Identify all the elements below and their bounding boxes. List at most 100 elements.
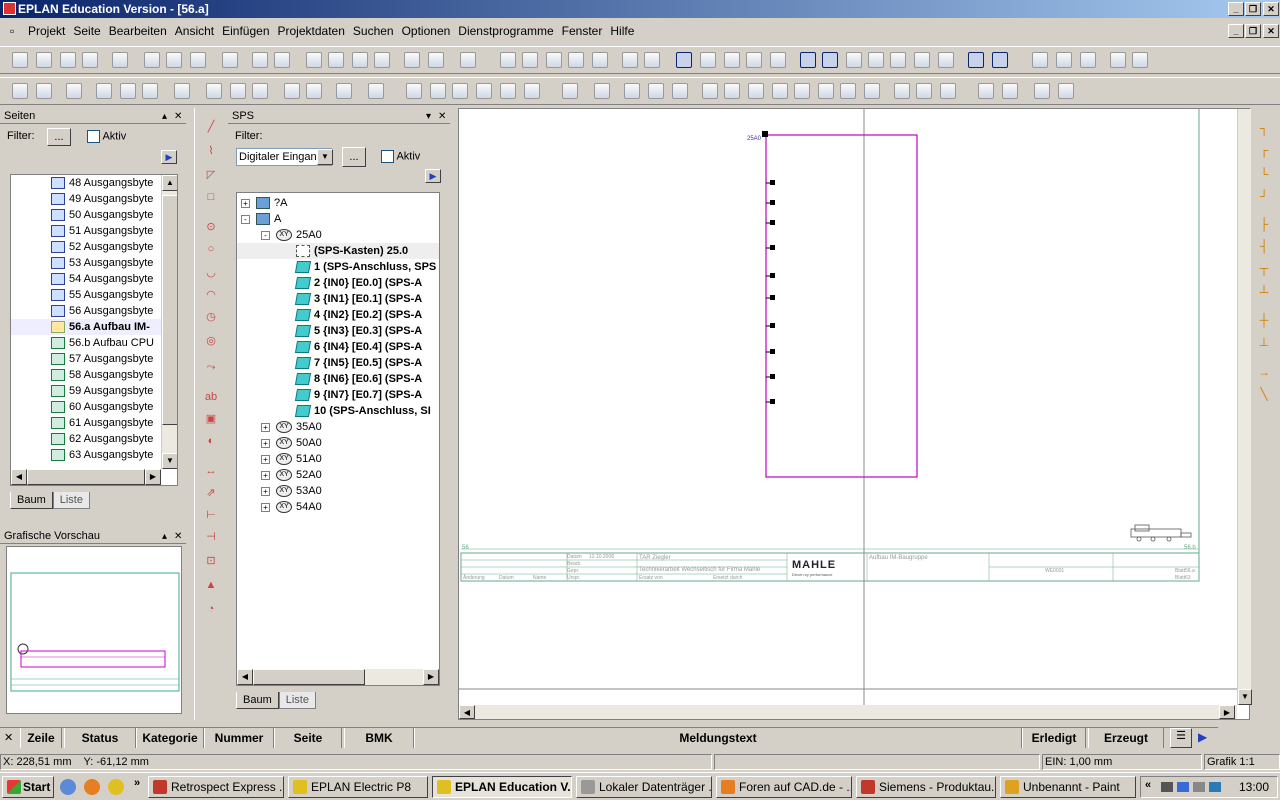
sps-tree-item[interactable]: + ?A (237, 195, 439, 211)
page-item[interactable]: 56.b Aufbau CPU (11, 335, 161, 351)
expand-icon[interactable]: + (261, 486, 270, 496)
toolbar-button-icon[interactable] (96, 83, 112, 99)
toolbar-button-icon[interactable] (1058, 83, 1074, 99)
panel-close-icon[interactable]: ✕ (174, 109, 182, 125)
minimize-button[interactable]: _ (1228, 2, 1244, 16)
toolbar-button-icon[interactable] (430, 83, 446, 99)
sps-tree-item[interactable]: 2 {IN0} [E0.0] (SPS-A (237, 275, 439, 291)
sps-tab-tree[interactable]: Baum (236, 692, 279, 709)
sps-tree[interactable]: + ?A - A - XY 25A0 (SPS-Kasten) 25.0 1 (SPS-Ansc… (236, 192, 440, 686)
messages-column-header[interactable]: Kategorie (136, 728, 204, 748)
sps-tree-item[interactable]: 4 {IN2} [E0.2] (SPS-A (237, 307, 439, 323)
toolbar-button-icon[interactable] (864, 83, 880, 99)
taskbar-item[interactable]: EPLAN Electric P8 (288, 776, 428, 798)
toolbar-button-icon[interactable] (1110, 52, 1126, 68)
page-item[interactable]: 54 Ausgangsbyte (11, 271, 161, 287)
page-item[interactable]: 55 Ausgangsbyte (11, 287, 161, 303)
page-item[interactable]: 49 Ausgangsbyte (11, 191, 161, 207)
plc-pin[interactable] (770, 200, 775, 205)
taskbar-item[interactable]: Retrospect Express ... (148, 776, 284, 798)
toolbar-button-icon[interactable] (624, 83, 640, 99)
toolbar-button-icon[interactable] (676, 52, 692, 68)
scroll-right-button[interactable]: ▶ (1219, 705, 1235, 719)
toolbar-button-icon[interactable] (284, 83, 300, 99)
sps-active-checkbox[interactable]: Aktiv (381, 150, 420, 163)
collapse-icon[interactable]: - (261, 230, 270, 240)
toolbar-button-icon[interactable] (524, 83, 540, 99)
connection-symbol-icon[interactable]: ┘ (1256, 188, 1272, 204)
messages-column-header[interactable]: Status (64, 728, 136, 748)
pages-tree[interactable]: 48 Ausgangsbyte 49 Ausgangsbyte 50 Ausgang… (10, 174, 178, 486)
draw-tool-icon[interactable]: ⇗ (203, 486, 219, 500)
menu-suchen[interactable]: Suchen (349, 21, 398, 41)
toolbar-button-icon[interactable] (700, 52, 716, 68)
sps-tree-item[interactable]: 3 {IN1} [E0.1] (SPS-A (237, 291, 439, 307)
sps-tree-item[interactable]: 8 {IN6} [E0.6] (SPS-A (237, 371, 439, 387)
ie-icon[interactable] (60, 779, 76, 795)
connection-symbol-icon[interactable]: → (1256, 364, 1272, 380)
toolbar-button-icon[interactable] (112, 52, 128, 68)
scroll-down-button[interactable]: ▼ (1238, 689, 1252, 705)
sps-filter-button[interactable]: ... (342, 147, 366, 167)
draw-tool-icon[interactable]: □ (203, 190, 219, 204)
toolbar-button-icon[interactable] (306, 52, 322, 68)
toolbar-button-icon[interactable] (222, 52, 238, 68)
toolbar-button-icon[interactable] (336, 83, 352, 99)
page-item[interactable]: 48 Ausgangsbyte (11, 175, 161, 191)
draw-tool-icon[interactable]: ◡ (203, 266, 219, 280)
menu-projektdaten[interactable]: Projektdaten (274, 21, 349, 41)
toolbar-button-icon[interactable] (274, 52, 290, 68)
page-item[interactable]: 51 Ausgangsbyte (11, 223, 161, 239)
messages-column-header[interactable]: BMK (344, 728, 414, 748)
toolbar-button-icon[interactable] (36, 52, 52, 68)
toolbar-button-icon[interactable] (190, 52, 206, 68)
draw-tool-icon[interactable]: ↔ (203, 464, 219, 478)
toolbar-button-icon[interactable] (724, 52, 740, 68)
volume-icon[interactable] (1193, 782, 1205, 792)
mdi-close-button[interactable]: ✕ (1263, 24, 1279, 38)
menu-fenster[interactable]: Fenster (558, 21, 607, 41)
toolbar-button-icon[interactable] (594, 83, 610, 99)
draw-tool-icon[interactable]: ◔ (203, 602, 219, 616)
toolbar-button-icon[interactable] (36, 83, 52, 99)
plc-pin[interactable] (770, 323, 775, 328)
expand-icon[interactable]: + (261, 454, 270, 464)
toolbar-button-icon[interactable] (992, 52, 1008, 68)
panel-close-icon[interactable]: ✕ (174, 529, 182, 545)
menu-dienstprogramme[interactable]: Dienstprogramme (454, 21, 557, 41)
draw-tool-icon[interactable]: ⊣ (203, 530, 219, 544)
canvas-hscrollbar[interactable]: ◀ ▶ (459, 705, 1237, 719)
toolbar-button-icon[interactable] (82, 52, 98, 68)
toolbar-button-icon[interactable] (622, 52, 638, 68)
box-label[interactable]: 25A0 (747, 136, 761, 142)
pages-hscrollbar[interactable]: ◀ ▶ (11, 469, 161, 485)
taskbar-item[interactable]: Unbenannt - Paint (1000, 776, 1136, 798)
toolbar-button-icon[interactable] (868, 52, 884, 68)
toolbar-button-icon[interactable] (846, 52, 862, 68)
expand-icon[interactable]: + (261, 438, 270, 448)
draw-tool-icon[interactable]: ▣ (203, 412, 219, 426)
chevron-down-icon[interactable]: ▼ (317, 149, 333, 165)
plc-pin[interactable] (770, 399, 775, 404)
panel-menu-icon[interactable]: ▴ (162, 109, 167, 125)
preview-canvas[interactable] (6, 546, 182, 714)
menu-optionen[interactable]: Optionen (398, 21, 455, 41)
toolbar-button-icon[interactable] (562, 83, 578, 99)
toolbar-button-icon[interactable] (1032, 52, 1048, 68)
messages-close-icon[interactable]: ✕ (4, 731, 13, 744)
toolbar-button-icon[interactable] (1002, 83, 1018, 99)
scroll-right-button[interactable]: ▶ (145, 469, 161, 485)
toolbar-button-icon[interactable] (500, 52, 516, 68)
draw-tool-icon[interactable]: ◐ (203, 434, 219, 448)
taskbar-item[interactable]: Foren auf CAD.de - ... (716, 776, 852, 798)
toolbar-button-icon[interactable] (822, 52, 838, 68)
connection-symbol-icon[interactable]: ┤ (1256, 238, 1272, 254)
toolbar-button-icon[interactable] (252, 52, 268, 68)
canvas-vscrollbar[interactable]: ▼ (1237, 109, 1252, 705)
menu-bearbeiten[interactable]: Bearbeiten (105, 21, 171, 41)
toolbar-button-icon[interactable] (174, 83, 190, 99)
toolbar-button-icon[interactable] (794, 83, 810, 99)
toolbar-button-icon[interactable] (404, 52, 420, 68)
scroll-left-button[interactable]: ◀ (237, 669, 253, 685)
menu-einf-gen[interactable]: Einfügen (218, 21, 273, 41)
